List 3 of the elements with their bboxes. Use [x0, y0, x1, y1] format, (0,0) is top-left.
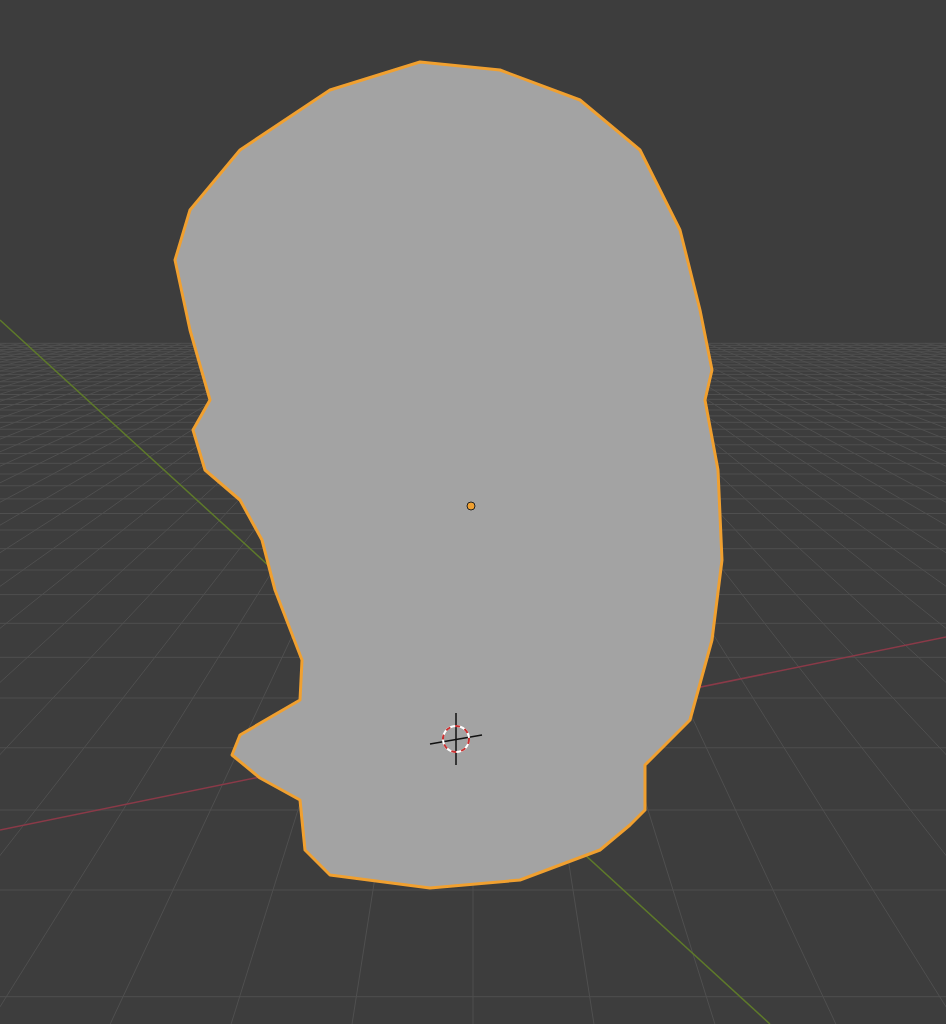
- mesh-silhouette[interactable]: [173, 60, 724, 890]
- 3d-cursor-icon[interactable]: [429, 712, 483, 766]
- origin-dot-icon: [466, 501, 476, 511]
